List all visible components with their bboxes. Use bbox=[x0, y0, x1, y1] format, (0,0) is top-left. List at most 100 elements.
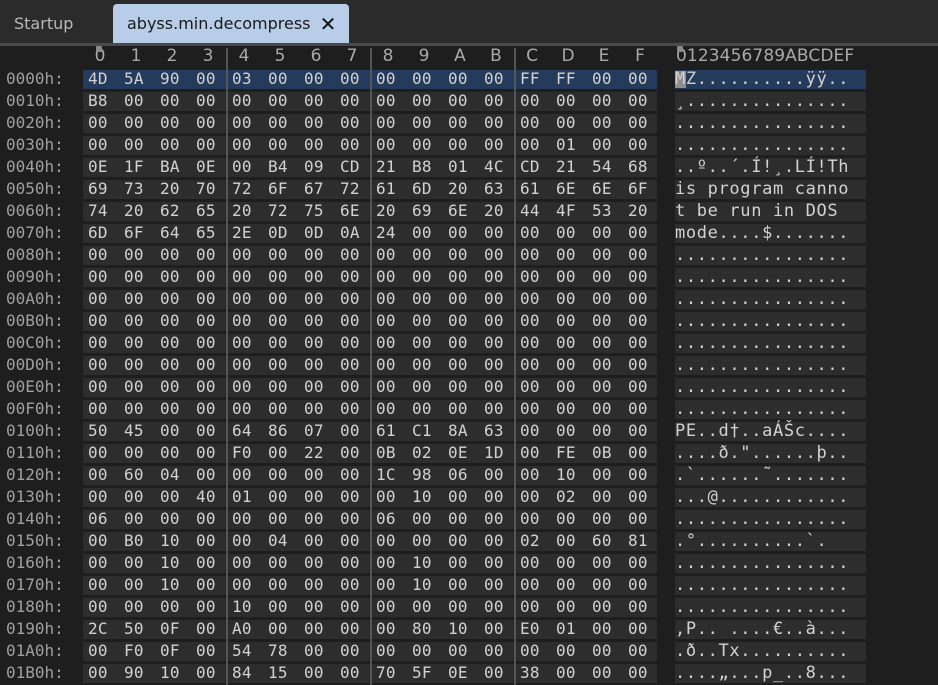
hex-byte[interactable]: 00 bbox=[88, 355, 124, 374]
hex-byte[interactable]: 50 bbox=[124, 619, 160, 638]
hex-byte[interactable]: 07 bbox=[304, 421, 340, 440]
hex-byte[interactable]: 00 bbox=[160, 443, 196, 462]
hex-byte[interactable]: 00 bbox=[628, 575, 664, 594]
hex-row[interactable]: 00A0h: 00 00 00 00 00 00 00 00 00 00 00 00 00 00 00 00..… bbox=[0, 288, 938, 310]
row-ascii[interactable]: ................ bbox=[675, 311, 849, 331]
hex-byte[interactable]: 06 bbox=[88, 509, 124, 528]
row-ascii[interactable]: ,P.. ....€..à... bbox=[675, 619, 849, 639]
close-icon[interactable]: ✕ bbox=[319, 12, 337, 36]
hex-row[interactable]: 0100h: 50 45 00 00 64 86 07 00 61 C1 8A 63 00 00 00 00 PE… bbox=[0, 420, 938, 442]
hex-byte[interactable]: 00 bbox=[520, 509, 556, 528]
hex-byte[interactable]: 00 bbox=[412, 509, 448, 528]
hex-row[interactable]: 0080h: 00 00 00 00 00 00 00 00 00 00 00 00 00 00 00 00..… bbox=[0, 244, 938, 266]
hex-byte[interactable]: 62 bbox=[160, 201, 196, 220]
hex-byte[interactable]: 00 bbox=[628, 553, 664, 572]
hex-byte[interactable]: 00 bbox=[124, 597, 160, 616]
hex-byte[interactable]: 00 bbox=[268, 487, 304, 506]
hex-row[interactable]: 0150h: 00 B0 10 00 00 04 00 00 00 00 00 00 02 00 60 81 .°… bbox=[0, 530, 938, 552]
hex-byte[interactable]: 00 bbox=[556, 311, 592, 330]
hex-byte[interactable]: 61 bbox=[376, 421, 412, 440]
hex-byte[interactable]: 86 bbox=[268, 421, 304, 440]
hex-byte[interactable]: 00 bbox=[232, 245, 268, 264]
hex-byte[interactable]: 00 bbox=[592, 465, 628, 484]
hex-row[interactable]: 0070h: 6D 6F 64 65 2E 0D 0D 0A 24 00 00 00 00 00 00 00 mo… bbox=[0, 222, 938, 244]
hex-byte[interactable]: 00 bbox=[232, 553, 268, 572]
hex-byte[interactable]: 00 bbox=[520, 311, 556, 330]
hex-byte[interactable]: 00 bbox=[88, 135, 124, 154]
hex-byte[interactable]: 0E bbox=[448, 663, 484, 682]
hex-row[interactable]: 00F0h: 00 00 00 00 00 00 00 00 00 00 00 00 00 00 00 00..… bbox=[0, 398, 938, 420]
hex-byte[interactable]: 00 bbox=[376, 487, 412, 506]
hex-row[interactable]: 0140h: 06 00 00 00 00 00 00 00 06 00 00 00 00 00 00 00..… bbox=[0, 508, 938, 530]
hex-byte[interactable]: 00 bbox=[268, 553, 304, 572]
hex-byte[interactable]: 4F bbox=[556, 201, 592, 220]
hex-byte[interactable]: 00 bbox=[232, 531, 268, 550]
row-ascii[interactable]: ................ bbox=[675, 333, 849, 353]
hex-byte[interactable]: 00 bbox=[160, 509, 196, 528]
hex-byte[interactable]: 00 bbox=[592, 421, 628, 440]
hex-byte[interactable]: 00 bbox=[412, 267, 448, 286]
hex-byte[interactable]: 00 bbox=[592, 641, 628, 660]
hex-byte[interactable]: 00 bbox=[448, 113, 484, 132]
hex-byte[interactable]: 00 bbox=[88, 289, 124, 308]
hex-byte[interactable]: 00 bbox=[304, 509, 340, 528]
hex-byte[interactable]: 00 bbox=[628, 113, 664, 132]
hex-byte[interactable]: A0 bbox=[232, 619, 268, 638]
hex-byte[interactable]: 00 bbox=[160, 289, 196, 308]
hex-byte[interactable]: 00 bbox=[556, 267, 592, 286]
hex-byte[interactable]: 84 bbox=[232, 663, 268, 682]
hex-byte[interactable]: 00 bbox=[376, 91, 412, 110]
hex-byte[interactable]: 00 bbox=[88, 245, 124, 264]
hex-byte[interactable]: 69 bbox=[88, 179, 124, 198]
hex-byte[interactable]: 00 bbox=[124, 355, 160, 374]
hex-byte[interactable]: 00 bbox=[124, 487, 160, 506]
row-ascii[interactable]: mode....$....... bbox=[675, 223, 849, 243]
hex-byte[interactable]: 73 bbox=[124, 179, 160, 198]
row-ascii[interactable]: PE..d†..aÁŠc.... bbox=[675, 421, 849, 441]
row-ascii[interactable]: ................ bbox=[675, 553, 849, 573]
hex-byte[interactable]: 00 bbox=[448, 69, 484, 88]
hex-byte[interactable]: 00 bbox=[268, 135, 304, 154]
hex-byte[interactable]: 10 bbox=[412, 487, 448, 506]
hex-byte[interactable]: C1 bbox=[412, 421, 448, 440]
hex-byte[interactable]: 00 bbox=[448, 531, 484, 550]
hex-byte[interactable]: 00 bbox=[232, 135, 268, 154]
hex-byte[interactable]: 00 bbox=[520, 135, 556, 154]
hex-byte[interactable]: 00 bbox=[88, 311, 124, 330]
hex-byte[interactable]: F0 bbox=[124, 641, 160, 660]
hex-byte[interactable]: 00 bbox=[628, 69, 664, 88]
hex-byte[interactable]: 00 bbox=[556, 575, 592, 594]
hex-byte[interactable]: 00 bbox=[268, 509, 304, 528]
hex-byte[interactable]: 0B bbox=[592, 443, 628, 462]
hex-byte[interactable]: 00 bbox=[376, 641, 412, 660]
row-ascii[interactable]: ................ bbox=[675, 113, 849, 133]
hex-byte[interactable]: 00 bbox=[448, 597, 484, 616]
row-ascii[interactable]: ................ bbox=[675, 267, 849, 287]
hex-byte[interactable]: 00 bbox=[592, 289, 628, 308]
hex-byte[interactable]: 64 bbox=[232, 421, 268, 440]
row-ascii[interactable]: ................ bbox=[675, 399, 849, 419]
hex-byte[interactable]: 00 bbox=[88, 531, 124, 550]
hex-byte[interactable]: 00 bbox=[376, 531, 412, 550]
hex-byte[interactable]: 00 bbox=[412, 113, 448, 132]
hex-byte[interactable]: 00 bbox=[412, 91, 448, 110]
hex-byte[interactable]: 00 bbox=[556, 377, 592, 396]
row-ascii[interactable]: .ð..Tx.......... bbox=[675, 641, 849, 661]
hex-byte[interactable]: 00 bbox=[124, 289, 160, 308]
hex-byte[interactable]: 00 bbox=[304, 575, 340, 594]
hex-byte[interactable]: 74 bbox=[88, 201, 124, 220]
hex-byte[interactable]: 00 bbox=[304, 663, 340, 682]
hex-byte[interactable]: 60 bbox=[124, 465, 160, 484]
hex-byte[interactable]: 00 bbox=[412, 245, 448, 264]
hex-byte[interactable]: 00 bbox=[304, 311, 340, 330]
hex-byte[interactable]: 5F bbox=[412, 663, 448, 682]
hex-byte[interactable]: 00 bbox=[268, 311, 304, 330]
hex-byte[interactable]: 01 bbox=[232, 487, 268, 506]
hex-byte[interactable]: 00 bbox=[628, 267, 664, 286]
hex-byte[interactable]: 00 bbox=[448, 575, 484, 594]
hex-byte[interactable]: E0 bbox=[520, 619, 556, 638]
hex-byte[interactable]: 00 bbox=[88, 399, 124, 418]
hex-byte[interactable]: 00 bbox=[232, 399, 268, 418]
hex-byte[interactable]: 75 bbox=[304, 201, 340, 220]
hex-byte[interactable]: B0 bbox=[124, 531, 160, 550]
